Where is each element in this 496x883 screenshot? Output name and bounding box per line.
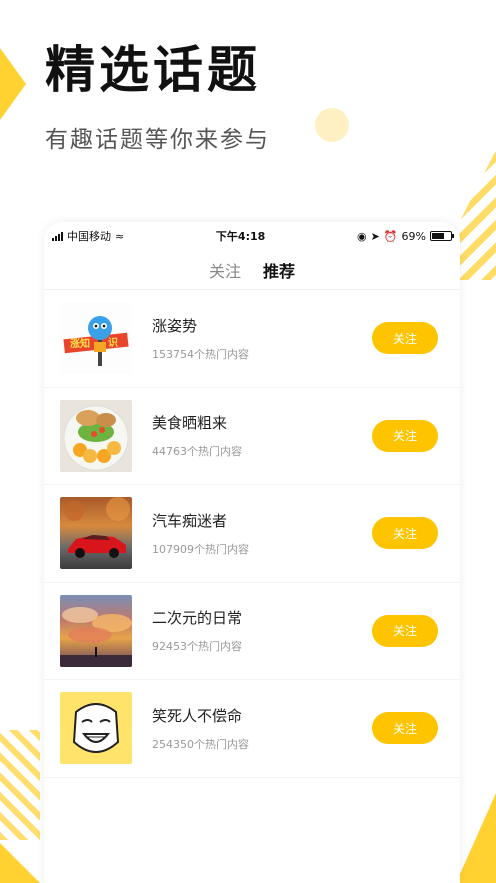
- status-bar: 中国移动 ≈ 下午4:18 ◉ ➤ ⏰ 69%: [44, 222, 460, 250]
- topic-count: 254350个热门内容: [152, 737, 249, 751]
- carrier-label: 中国移动: [67, 230, 111, 243]
- topic-count: 107909个热门内容: [152, 542, 249, 556]
- decorative-corner-bottom-right: [456, 793, 496, 883]
- decorative-triangle-left: [0, 48, 26, 120]
- page-title: 精选话题: [45, 41, 261, 99]
- list-item[interactable]: 涨知 识 涨姿势 153754个热门内容 关注: [44, 290, 460, 388]
- topic-count: 92453个热门内容: [152, 640, 242, 654]
- battery-icon: [429, 231, 454, 241]
- topic-name: 二次元的日常: [152, 609, 243, 628]
- phone-screen: 中国移动 ≈ 下午4:18 ◉ ➤ ⏰ 69% 关注 推荐 涨知 识 涨姿势 1…: [44, 222, 460, 883]
- battery-percent: 69%: [401, 229, 426, 243]
- signal-icon: [52, 231, 63, 241]
- topic-list: 涨知 识 涨姿势 153754个热门内容 关注 美食晒粗来 44763个热门内容…: [44, 290, 460, 778]
- follow-button[interactable]: 关注: [372, 517, 438, 550]
- follow-button[interactable]: 关注: [372, 419, 438, 452]
- list-item[interactable]: 汽车痴迷者 107909个热门内容 关注: [44, 485, 460, 583]
- lock-rotation-icon: ◉: [357, 229, 367, 243]
- topic-name: 涨姿势: [152, 316, 198, 335]
- wifi-icon: ≈: [115, 229, 125, 243]
- tab-bar: 关注 推荐: [44, 250, 460, 290]
- location-icon: ➤: [370, 229, 380, 243]
- tab-following[interactable]: 关注: [209, 258, 241, 282]
- knowledge-mascot-icon: 涨知 识: [60, 302, 132, 375]
- svg-text:涨知: 涨知: [70, 337, 90, 350]
- follow-button[interactable]: 关注: [372, 322, 438, 355]
- topic-count: 44763个热门内容: [152, 445, 242, 459]
- topic-count: 153754个热门内容: [152, 347, 249, 361]
- follow-button[interactable]: 关注: [372, 614, 438, 647]
- tab-recommended[interactable]: 推荐: [263, 258, 295, 282]
- svg-text:识: 识: [108, 337, 118, 349]
- page-subtitle: 有趣话题等你来参与: [45, 127, 270, 153]
- topic-name: 汽车痴迷者: [152, 511, 228, 530]
- alarm-icon: ⏰: [383, 229, 398, 243]
- decorative-stripes-left: [0, 730, 40, 840]
- decorative-dot: [315, 108, 349, 142]
- anime-sky-photo: [60, 594, 132, 667]
- follow-button[interactable]: 关注: [372, 712, 438, 745]
- decorative-corner-bottom-left: [0, 843, 40, 883]
- topic-name: 笑死人不偿命: [152, 706, 243, 725]
- list-item[interactable]: 二次元的日常 92453个热门内容 关注: [44, 583, 460, 680]
- laughing-meme-face: [60, 692, 132, 765]
- list-item[interactable]: 美食晒粗来 44763个热门内容 关注: [44, 388, 460, 485]
- topic-name: 美食晒粗来: [152, 414, 228, 433]
- food-plate-photo: [60, 399, 132, 472]
- status-time: 下午4:18: [215, 230, 266, 243]
- red-car-photo: [60, 497, 132, 570]
- list-item[interactable]: 笑死人不偿命 254350个热门内容 关注: [44, 680, 460, 778]
